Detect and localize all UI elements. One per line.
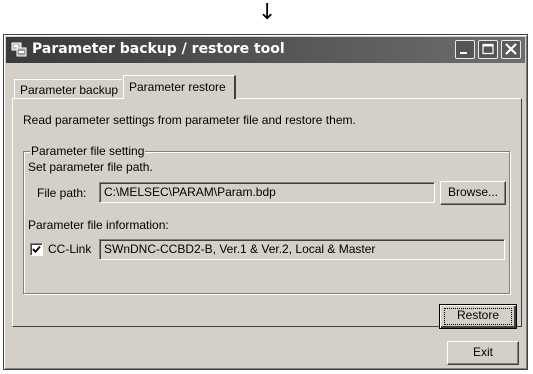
dialog-window: Parameter backup / restore tool Paramete… xyxy=(3,34,528,370)
cclink-info-field: SWnDNC-CCBD2-B, Ver.1 & Ver.2, Local & M… xyxy=(99,239,505,260)
maximize-button[interactable] xyxy=(478,40,498,59)
restore-description: Read parameter settings from parameter f… xyxy=(23,113,356,127)
cclink-label: CC-Link xyxy=(48,242,92,256)
parameter-file-setting-group: Parameter file setting Set parameter fil… xyxy=(23,144,510,294)
file-info-label: Parameter file information: xyxy=(28,218,169,232)
tab-parameter-backup[interactable]: Parameter backup xyxy=(14,79,122,99)
close-button[interactable] xyxy=(501,40,521,59)
down-arrow: ↓ xyxy=(258,0,277,25)
app-icon xyxy=(11,42,27,58)
tab-parameter-restore[interactable]: Parameter restore xyxy=(123,75,236,99)
tab-panel-restore: Read parameter settings from parameter f… xyxy=(12,98,522,329)
minimize-button[interactable] xyxy=(455,40,475,59)
exit-button[interactable]: Exit xyxy=(447,341,519,365)
browse-button[interactable]: Browse... xyxy=(440,181,506,205)
window-title: Parameter backup / restore tool xyxy=(32,41,285,57)
browse-button-label: Browse... xyxy=(447,185,498,199)
file-path-label: File path: xyxy=(37,186,87,200)
restore-button-label: Restore xyxy=(456,308,500,322)
file-path-field[interactable]: C:\MELSEC\PARAM\Param.bdp xyxy=(99,182,435,203)
title-bar[interactable]: Parameter backup / restore tool xyxy=(6,37,525,63)
set-path-label: Set parameter file path. xyxy=(28,160,153,174)
cclink-checkbox[interactable] xyxy=(30,243,43,256)
group-title: Parameter file setting xyxy=(30,144,146,158)
restore-button[interactable]: Restore xyxy=(439,304,517,329)
exit-button-label: Exit xyxy=(472,345,493,359)
